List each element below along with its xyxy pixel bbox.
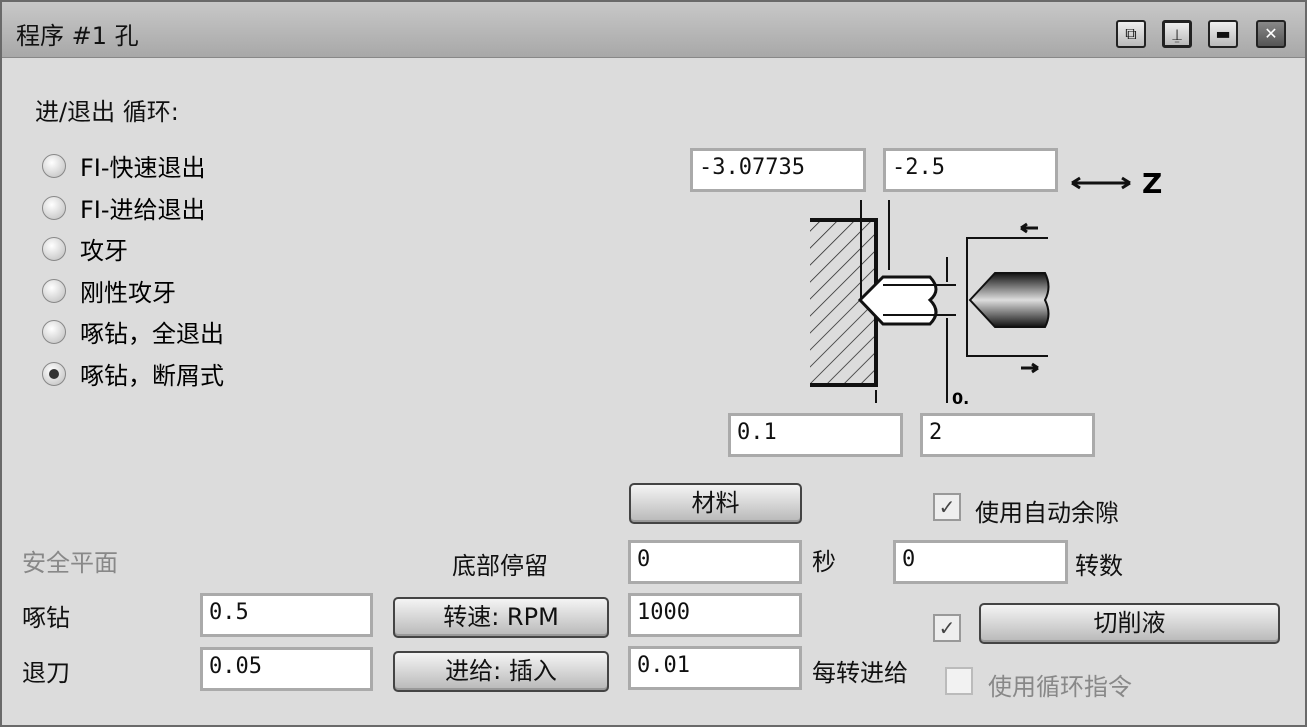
feed-button[interactable]: 进给: 插入 [393,651,609,692]
radio-label: 啄钻，全退出 [80,320,224,348]
dwell-field[interactable]: 0 [628,540,802,584]
small-label: 0. [952,389,969,408]
revs-field[interactable]: 0 [893,540,1068,584]
material-button[interactable]: 材料 [629,483,802,524]
title-bar[interactable]: 程序 #1 孔 ⧉ ⍊ ▬ ✕ [2,2,1305,58]
revs-label: 转数 [1075,552,1123,580]
radio-peck-full[interactable]: 啄钻，全退出 [42,314,224,349]
peck-label: 啄钻 [22,604,70,632]
close-icon[interactable]: ✕ [1256,20,1286,48]
radio-rigid-tap[interactable]: 刚性攻牙 [42,273,176,308]
feed-unit-label: 每转进给 [812,659,908,687]
auto-clearance-checkbox[interactable]: ✓ [933,493,961,521]
radio-circle[interactable] [42,278,66,303]
arrow-right-icon [1021,362,1039,374]
radio-peck-chipbreak[interactable]: 啄钻，断屑式 [42,356,224,391]
radio-rapid-out[interactable]: FI-快速退出 [42,148,206,183]
speed-field[interactable]: 1000 [628,593,802,637]
radio-label: 攻牙 [80,237,128,265]
top-field[interactable]: -2.5 [883,148,1058,192]
radio-label: 啄钻，断屑式 [80,362,224,390]
radio-circle[interactable] [42,236,66,261]
retract-distance-field[interactable]: 2 [920,413,1095,457]
radio-label: FI-进给退出 [80,196,206,224]
coolant-button[interactable]: 切削液 [979,603,1280,644]
safe-plane-label: 安全平面 [22,549,118,577]
auto-clearance-label: 使用自动余隙 [975,499,1119,527]
coolant-checkbox[interactable]: ✓ [933,614,961,642]
radio-label: FI-快速退出 [80,154,206,182]
axis-label: Z [1142,167,1162,200]
pin-icon[interactable]: ⍊ [1162,20,1192,48]
double-arrow-icon [1071,176,1131,190]
arrow-left-icon [1020,222,1038,234]
program-window: 程序 #1 孔 ⧉ ⍊ ▬ ✕ 进/退出 循环: FI-快速退出 FI-进给退出… [0,0,1307,727]
seconds-label: 秒 [812,548,836,576]
retract-label: 退刀 [22,659,70,687]
canned-cycle-label: 使用循环指令 [988,673,1132,701]
radio-tap[interactable]: 攻牙 [42,231,128,266]
feed-field[interactable]: 0.01 [628,646,802,690]
drill-tool-icon [968,272,1050,328]
clearance-field[interactable]: 0.1 [728,413,903,457]
depth-field[interactable]: -3.07735 [690,148,866,192]
radio-feed-out[interactable]: FI-进给退出 [42,190,206,225]
dwell-label: 底部停留 [452,552,548,580]
radio-label: 刚性攻牙 [80,279,176,307]
radio-circle[interactable] [42,195,66,220]
radio-circle[interactable] [42,319,66,344]
window-title: 程序 #1 孔 [16,22,139,50]
speed-button[interactable]: 转速: RPM [393,597,609,638]
restore-icon[interactable]: ⧉ [1116,20,1146,48]
radio-circle-selected[interactable] [42,361,66,386]
minimize-icon[interactable]: ▬ [1208,20,1238,48]
cycle-heading: 进/退出 循环: [35,98,179,126]
radio-circle[interactable] [42,153,66,178]
peck-field[interactable]: 0.5 [200,593,373,637]
retract-field[interactable]: 0.05 [200,647,373,691]
canned-cycle-checkbox[interactable] [945,667,973,695]
